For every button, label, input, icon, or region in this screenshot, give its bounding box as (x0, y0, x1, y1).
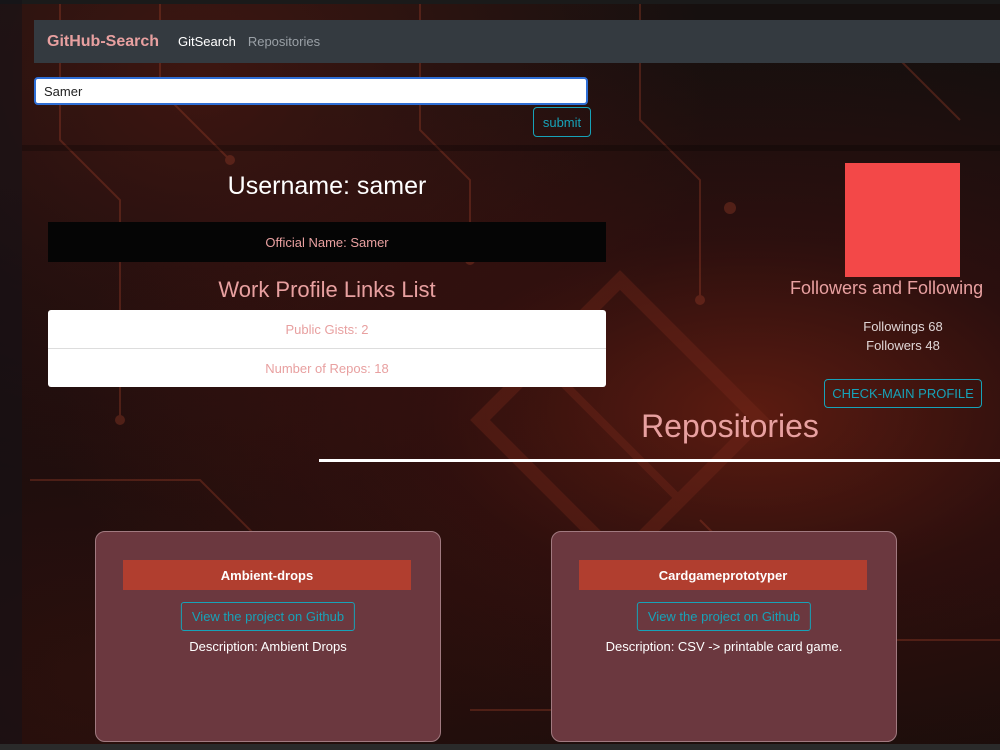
window-top-edge (0, 0, 1000, 4)
navbar-brand[interactable]: GitHub-Search (47, 33, 159, 51)
repo-card: Cardgameprototyper View the project on G… (551, 531, 897, 742)
repo-card: Ambient-drops View the project on Github… (95, 531, 441, 742)
search-input[interactable] (34, 77, 588, 105)
official-name-box: Official Name: Samer (48, 222, 606, 262)
followers-count: Followers 48 (866, 338, 940, 353)
nav-link-gitsearch[interactable]: GitSearch (178, 34, 236, 49)
official-name-text: Official Name: Samer (265, 234, 389, 250)
navbar: GitHub-Search GitSearch Repositories (34, 20, 1000, 63)
list-item-public-gists[interactable]: Public Gists: 2 (48, 310, 606, 348)
submit-button[interactable]: submit (533, 107, 591, 137)
view-on-github-button[interactable]: View the project on Github (180, 602, 356, 631)
followings-count: Followings 68 (863, 319, 943, 334)
view-on-github-button[interactable]: View the project on Github (636, 602, 812, 631)
section-divider (22, 145, 1000, 151)
work-links-list: Public Gists: 2 Number of Repos: 18 (48, 310, 606, 387)
repo-card-description: Description: CSV -> printable card game. (605, 639, 843, 654)
repo-card-title: Ambient-drops (123, 560, 411, 590)
repo-card-title: Cardgameprototyper (579, 560, 867, 590)
nav-link-repositories[interactable]: Repositories (248, 34, 320, 49)
list-item-repo-count[interactable]: Number of Repos: 18 (48, 348, 606, 387)
window-left-edge (0, 0, 22, 750)
repo-card-description: Description: Ambient Drops (189, 639, 347, 654)
work-links-title: Work Profile Links List (218, 277, 436, 302)
window-bottom-edge (0, 744, 1000, 750)
avatar (845, 163, 960, 277)
repositories-rule (319, 459, 1000, 462)
followers-title: Followers and Following (790, 278, 984, 298)
username-heading: Username: samer (227, 172, 427, 200)
check-main-profile-button[interactable]: CHECK-MAIN PROFILE (824, 379, 982, 408)
repositories-title: Repositories (641, 408, 819, 444)
